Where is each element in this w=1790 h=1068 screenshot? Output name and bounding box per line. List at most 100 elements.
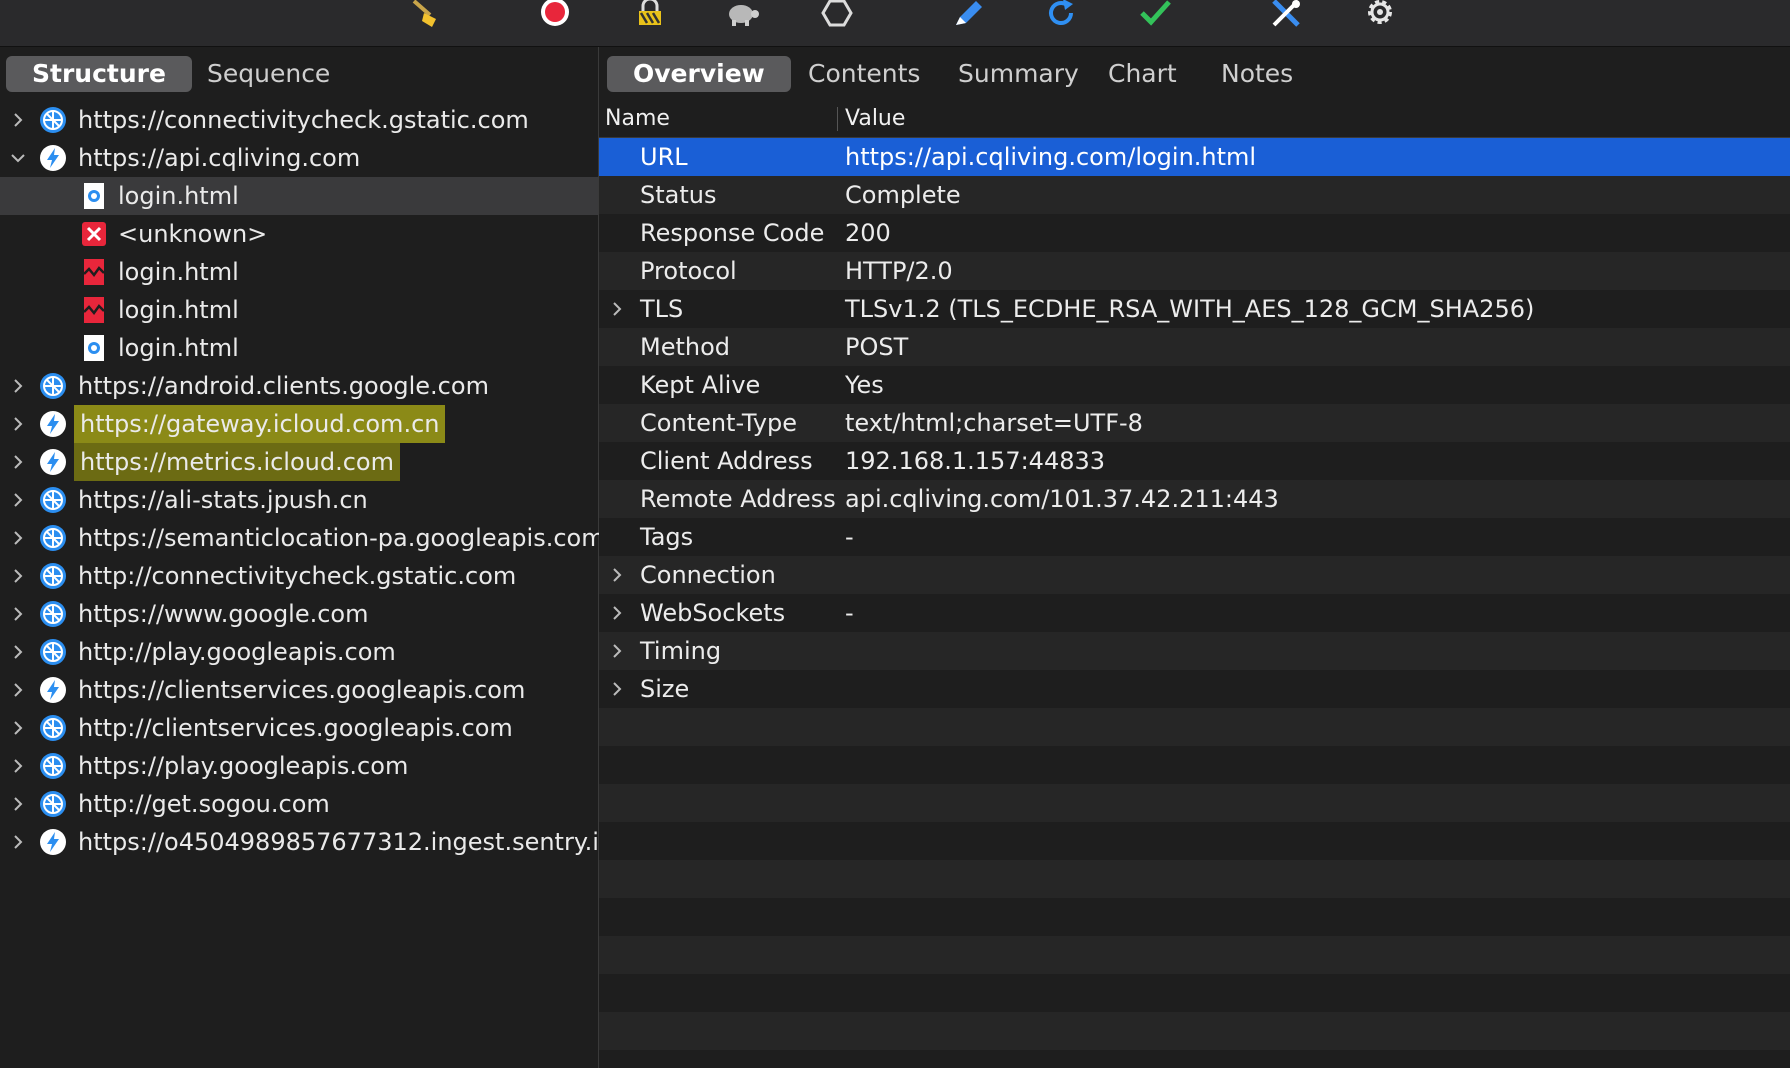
detail-row[interactable]: WebSockets - (599, 594, 1790, 632)
tab-contents[interactable]: Contents (782, 56, 946, 92)
host-label: https://www.google.com (78, 600, 369, 628)
host-label: https://clientservices.googleapis.com (78, 676, 526, 704)
chevron-right-icon[interactable] (607, 556, 627, 594)
host-row[interactable]: https://o4504989857677312.ingest.sentry.… (0, 823, 614, 861)
column-header-value[interactable]: Value (845, 101, 905, 137)
host-row[interactable]: https://www.google.com (0, 595, 598, 633)
failed-document-icon (80, 296, 108, 324)
host-row[interactable]: https://clientservices.googleapis.com (0, 671, 598, 709)
column-header-name[interactable]: Name (605, 101, 670, 137)
chevron-right-icon[interactable] (8, 747, 28, 785)
host-row[interactable]: https://semanticlocation-pa.googleapis.c… (0, 519, 605, 557)
host-row[interactable]: https://api.cqliving.com (0, 139, 598, 177)
request-label: login.html (118, 296, 239, 324)
column-separator[interactable] (837, 107, 838, 131)
chevron-right-icon[interactable] (8, 823, 28, 861)
detail-row[interactable] (599, 784, 1790, 822)
detail-name: Method (640, 333, 731, 361)
detail-row[interactable]: Timing (599, 632, 1790, 670)
request-label: login.html (118, 258, 239, 286)
chevron-right-icon[interactable] (607, 670, 627, 708)
host-label: https://play.googleapis.com (78, 752, 409, 780)
chevron-right-icon[interactable] (8, 519, 28, 557)
detail-name: Client Address (640, 447, 813, 475)
tab-sequence[interactable]: Sequence (181, 56, 356, 92)
detail-row[interactable]: Response Code 200 (599, 214, 1790, 252)
hexagon-icon[interactable] (817, 0, 857, 28)
detail-row[interactable] (599, 746, 1790, 784)
host-row[interactable]: https://gateway.icloud.com.cn (0, 405, 598, 443)
failed-document-icon (80, 258, 108, 286)
turtle-icon[interactable] (723, 0, 763, 28)
host-row[interactable]: https://ali-stats.jpush.cn (0, 481, 598, 519)
lock-icon[interactable] (630, 0, 670, 28)
record-icon[interactable] (535, 0, 575, 28)
tools-icon[interactable] (1266, 0, 1306, 28)
tab-overview[interactable]: Overview (607, 56, 791, 92)
chevron-right-icon[interactable] (8, 405, 28, 443)
detail-row[interactable] (599, 936, 1790, 974)
chevron-right-icon[interactable] (8, 367, 28, 405)
chevron-right-icon[interactable] (8, 785, 28, 823)
chevron-down-icon[interactable] (8, 139, 28, 177)
globe-icon (39, 600, 67, 628)
chevron-right-icon[interactable] (8, 633, 28, 671)
tab-chart[interactable]: Chart (1082, 56, 1203, 92)
refresh-icon[interactable] (1041, 0, 1081, 28)
chevron-right-icon[interactable] (8, 709, 28, 747)
chevron-right-icon[interactable] (8, 101, 28, 139)
request-row[interactable]: login.html (0, 329, 598, 367)
detail-row[interactable]: URL https://api.cqliving.com/login.html (599, 138, 1790, 176)
chevron-right-icon[interactable] (8, 557, 28, 595)
detail-row[interactable]: Connection (599, 556, 1790, 594)
detail-row[interactable] (599, 708, 1790, 746)
chevron-right-icon[interactable] (8, 481, 28, 519)
host-row[interactable]: https://connectivitycheck.gstatic.com (0, 101, 598, 139)
chevron-right-icon[interactable] (8, 595, 28, 633)
request-row[interactable]: login.html (0, 253, 598, 291)
host-row[interactable]: http://get.sogou.com (0, 785, 598, 823)
host-row[interactable]: http://play.googleapis.com (0, 633, 598, 671)
detail-row[interactable] (599, 860, 1790, 898)
detail-row[interactable]: TLS TLSv1.2 (TLS_ECDHE_RSA_WITH_AES_128_G… (599, 290, 1790, 328)
detail-name: WebSockets (640, 599, 786, 627)
detail-row[interactable]: Remote Address api.cqliving.com/101.37.42… (599, 480, 1790, 518)
tab-summary[interactable]: Summary (932, 56, 1105, 92)
request-row[interactable]: <unknown> (0, 215, 598, 253)
detail-row[interactable]: Client Address 192.168.1.157:44833 (599, 442, 1790, 480)
chevron-right-icon[interactable] (607, 632, 627, 670)
detail-row[interactable]: Tags - (599, 518, 1790, 556)
detail-value: 192.168.1.157:44833 (845, 447, 1106, 475)
request-row[interactable]: login.html (0, 177, 598, 215)
chevron-right-icon[interactable] (8, 671, 28, 709)
host-row[interactable]: http://connectivitycheck.gstatic.com (0, 557, 598, 595)
tab-structure[interactable]: Structure (6, 56, 192, 92)
chevron-right-icon[interactable] (607, 594, 627, 632)
detail-row[interactable]: Content-Type text/html;charset=UTF-8 (599, 404, 1790, 442)
gear-icon[interactable] (1360, 0, 1400, 28)
detail-name: Tags (640, 523, 694, 551)
detail-row[interactable] (599, 974, 1790, 1012)
chevron-right-icon[interactable] (607, 290, 627, 328)
globe-icon (39, 486, 67, 514)
detail-row[interactable]: Size (599, 670, 1790, 708)
request-row[interactable]: login.html (0, 291, 598, 329)
detail-row[interactable]: Kept Alive Yes (599, 366, 1790, 404)
broom-icon[interactable] (405, 0, 445, 28)
detail-row[interactable] (599, 822, 1790, 860)
detail-value: api.cqliving.com/101.37.42.211:443 (845, 485, 1279, 513)
detail-row[interactable]: Status Complete (599, 176, 1790, 214)
host-row[interactable]: https://android.clients.google.com (0, 367, 598, 405)
chevron-right-icon[interactable] (8, 443, 28, 481)
check-icon[interactable] (1136, 0, 1176, 28)
detail-row[interactable] (599, 898, 1790, 936)
host-label: http://connectivitycheck.gstatic.com (78, 562, 517, 590)
detail-row[interactable]: Method POST (599, 328, 1790, 366)
detail-row[interactable]: Protocol HTTP/2.0 (599, 252, 1790, 290)
pen-icon[interactable] (948, 0, 988, 28)
tab-notes[interactable]: Notes (1195, 56, 1319, 92)
host-row[interactable]: http://clientservices.googleapis.com (0, 709, 598, 747)
detail-row[interactable] (599, 1012, 1790, 1050)
host-row[interactable]: https://metrics.icloud.com (0, 443, 598, 481)
host-row[interactable]: https://play.googleapis.com (0, 747, 598, 785)
